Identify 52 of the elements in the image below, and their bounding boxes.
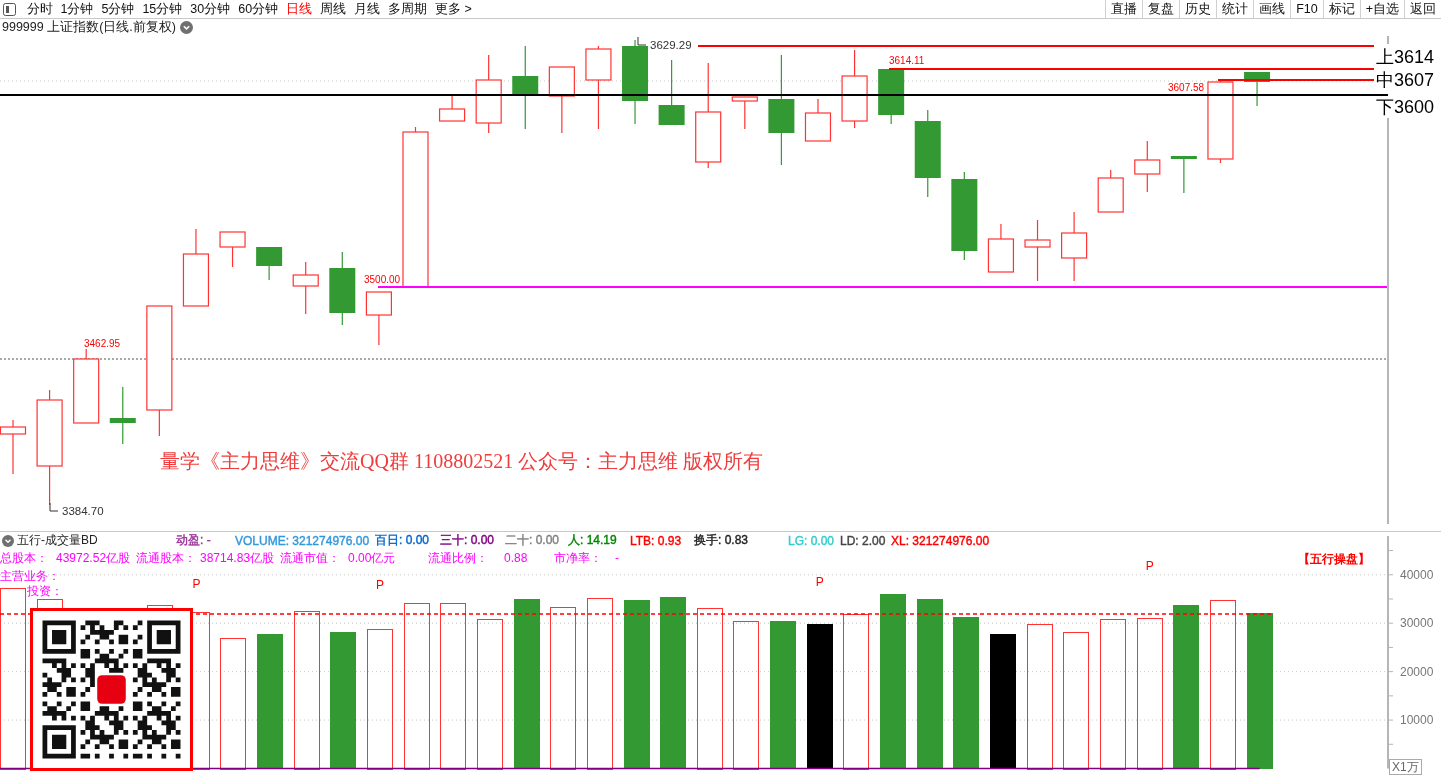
period-tab[interactable]: 30分钟 xyxy=(186,0,235,18)
axis-tick-label: 20000 xyxy=(1400,664,1434,679)
period-tab[interactable]: 分时 xyxy=(22,0,57,18)
indicator-readout: 三十: 0.00 xyxy=(440,532,496,549)
field-label: 流通股本： xyxy=(136,551,197,565)
indicator-readout: LTB: 0.93 xyxy=(630,533,683,548)
indicator-readout: LD: 2.00 xyxy=(840,533,887,548)
signal-mark: P xyxy=(1145,559,1154,574)
indicator-name: 五行-成交量BD xyxy=(17,532,98,549)
signal-mark: P xyxy=(375,578,384,593)
indicator-readout: 人: 14.19 xyxy=(568,532,618,549)
axis-tick-label: 10000 xyxy=(1400,713,1434,728)
indicator-readout: 百日: 0.00 xyxy=(375,532,431,549)
period-tab[interactable]: 日线 xyxy=(282,0,317,18)
signal-mark: P xyxy=(815,575,824,589)
indicator-readout: VOLUME: 321274976.00 xyxy=(235,533,371,548)
field-value: 0.88 xyxy=(504,551,529,565)
field-label: 主营业务： xyxy=(0,569,60,583)
axis-tick-label: 40000 xyxy=(1400,567,1434,582)
signal-mark: P xyxy=(192,577,201,592)
field-value: - xyxy=(615,551,620,565)
period-tab[interactable]: 周线 xyxy=(316,0,351,18)
indicator-readout: XL: 321274976.00 xyxy=(891,533,991,548)
chevron-down-icon[interactable] xyxy=(180,21,193,34)
indicator-readout: 换手: 0.83 xyxy=(694,532,750,549)
period-tab[interactable]: 1分钟 xyxy=(56,0,98,18)
field-value: 0.00亿元 xyxy=(348,551,397,565)
period-tab[interactable]: 多周期 xyxy=(384,0,432,18)
field-label: 总股本： xyxy=(0,551,49,565)
period-tab[interactable]: 更多 > xyxy=(431,0,476,18)
indicator-readout: 动盈: - xyxy=(176,532,212,549)
axis-label: 上3614 xyxy=(1376,47,1435,67)
period-tab[interactable]: 月线 xyxy=(350,0,385,18)
period-tab[interactable]: 15分钟 xyxy=(138,0,187,18)
field-label: 市净率： xyxy=(554,551,603,565)
field-label: 流通比例： xyxy=(428,551,489,565)
field-value: 38714.83亿股 xyxy=(200,551,276,565)
period-tab[interactable]: 60分钟 xyxy=(234,0,283,18)
period-tab[interactable]: 5分钟 xyxy=(97,0,139,18)
indicator-readout: LG: 0.00 xyxy=(788,533,836,548)
chevron-down-icon[interactable] xyxy=(2,534,14,547)
sidebar-icon[interactable] xyxy=(3,2,16,16)
strategy-tag: 【五行操盘】 xyxy=(1298,552,1370,566)
axis-tick-label: 30000 xyxy=(1400,616,1434,631)
indicator-readout: 二十: 0.00 xyxy=(505,532,561,549)
field-label: 流通市值： xyxy=(280,551,341,565)
field-value: 43972.52亿股 xyxy=(56,551,132,565)
chart-title: 999999 上证指数(日线.前复权) xyxy=(2,19,176,36)
axis-label: 中3607 xyxy=(1376,70,1435,90)
axis-label: 下3600 xyxy=(1376,97,1435,117)
field-label: 投资： xyxy=(27,584,63,598)
unit-label: X1万 xyxy=(1389,759,1422,775)
